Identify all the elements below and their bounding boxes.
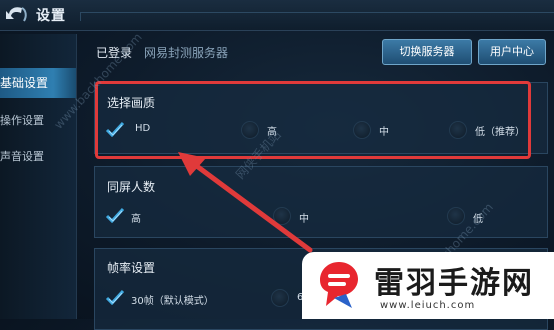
server-name: 网易封测服务器 [144,46,229,60]
sidebar-item-label: 声音设置 [0,150,44,163]
site-logo: 雷羽手游网 www.leiuch.com [302,252,554,319]
sidebar: 基础设置 操作设置 声音设置 [0,34,77,319]
sidebar-item-label: 操作设置 [0,114,44,127]
players-option-high[interactable]: 高 [131,210,141,225]
back-arrow-icon [6,7,27,22]
sidebar-item-sound[interactable]: 声音设置 [0,142,76,172]
logo-name: 雷羽手游网 [374,266,534,301]
sidebar-item-basic[interactable]: 基础设置 [0,68,76,98]
framerate-title: 帧率设置 [107,261,156,275]
radio-framerate-60[interactable] [271,289,289,307]
page-title: 设置 [36,8,66,24]
switch-server-button[interactable]: 切换服务器 [382,39,472,65]
user-center-button[interactable]: 用户中心 [478,39,546,65]
logo-icon [320,262,358,308]
checkmark-icon[interactable] [105,289,125,305]
logo-url: www.leiuch.com [380,300,476,311]
radio-players-low[interactable] [447,207,465,225]
players-title: 同屏人数 [107,180,156,194]
back-button[interactable] [2,2,30,28]
framerate-option-30[interactable]: 30帧（默认模式） [131,292,214,307]
header-divider [80,12,554,21]
sidebar-item-label: 基础设置 [0,76,49,90]
checkmark-icon[interactable] [105,207,125,223]
top-bar: 设置 [0,0,554,31]
annotation-arrow [178,152,313,253]
